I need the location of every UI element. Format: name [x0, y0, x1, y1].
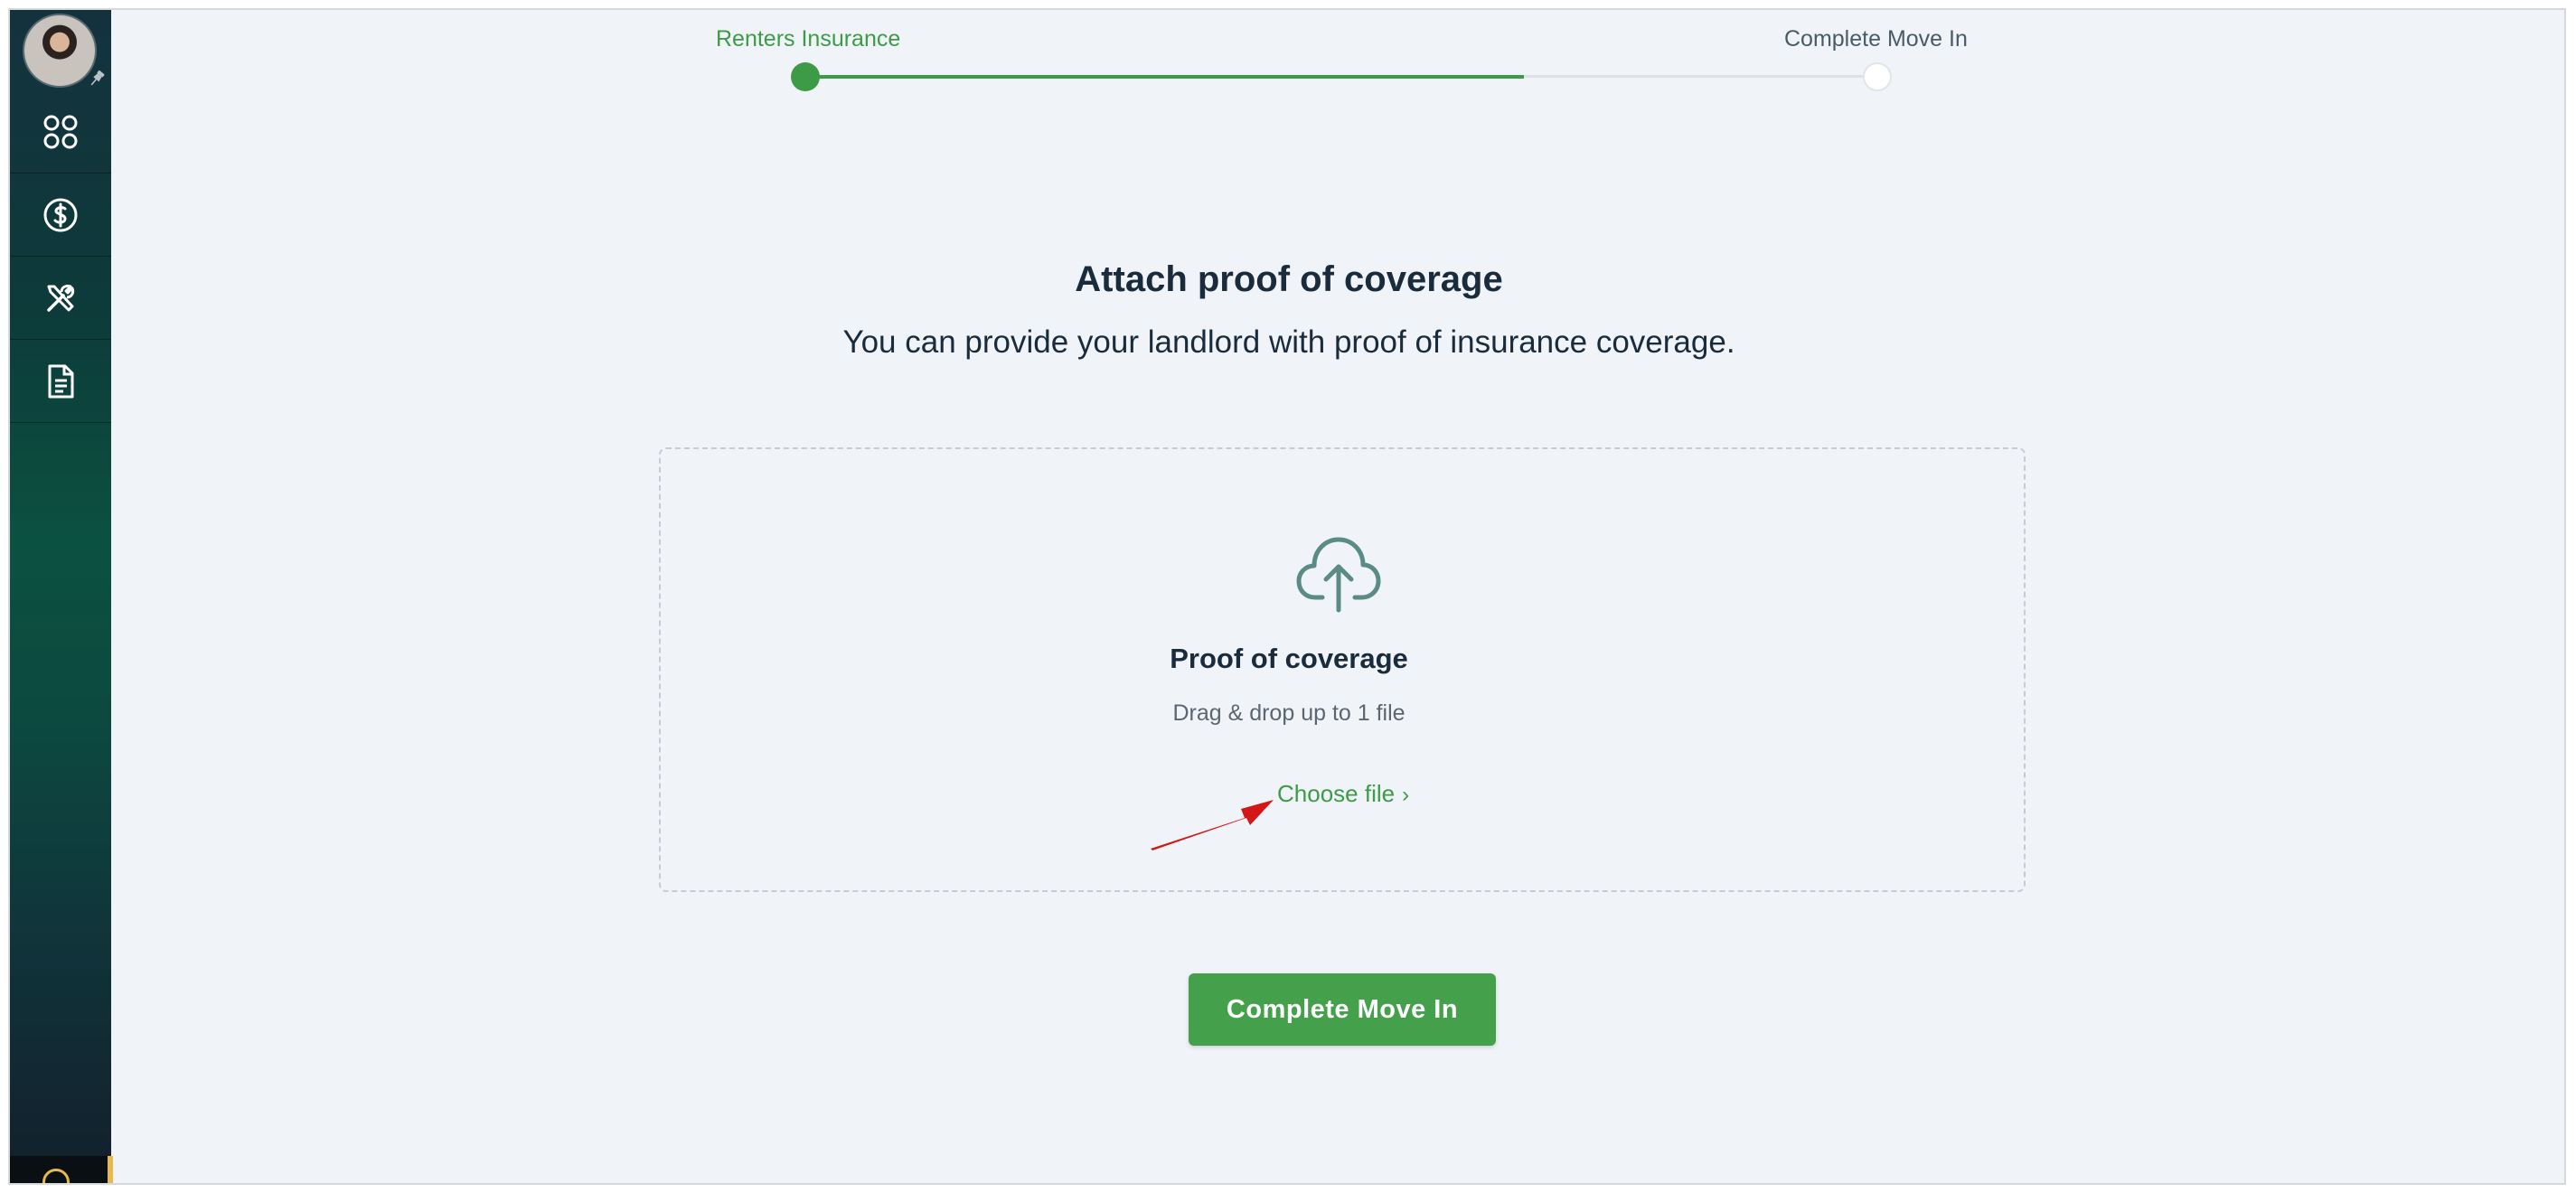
upload-hint: Drag & drop up to 1 file	[1172, 700, 1406, 726]
step-dot-active[interactable]	[791, 62, 820, 91]
choose-file-link[interactable]: Choose file ›	[1277, 780, 1409, 808]
document-icon	[48, 364, 74, 399]
cloud-upload-icon	[1296, 537, 1381, 613]
app-window: Renters Insurance Complete Move In Attac…	[8, 8, 2566, 1185]
sidebar-item-apps[interactable]	[10, 91, 111, 174]
choose-file-label: Choose file	[1277, 780, 1396, 807]
chevron-right-icon: ›	[1402, 783, 1410, 807]
upload-title: Proof of coverage	[1170, 643, 1408, 674]
sidebar	[10, 10, 113, 1183]
stepper-progress	[805, 75, 1524, 79]
help-icon[interactable]	[42, 1169, 70, 1183]
dollar-circle-icon	[43, 198, 78, 232]
page-subtitle: You can provide your landlord with proof…	[842, 324, 1735, 360]
apps-grid-icon	[43, 115, 78, 149]
step-label-renters-insurance: Renters Insurance	[716, 26, 901, 52]
page-title: Attach proof of coverage	[1075, 259, 1503, 299]
step-label-complete-move-in: Complete Move In	[1784, 26, 1968, 52]
pin-icon[interactable]	[86, 68, 108, 89]
step-dot-pending[interactable]	[1863, 62, 1892, 91]
sidebar-footer	[10, 1156, 113, 1183]
annotation-arrow	[1151, 800, 1274, 850]
complete-move-in-button[interactable]: Complete Move In	[1189, 973, 1496, 1046]
footer-accent	[108, 1156, 113, 1183]
sidebar-item-payments[interactable]	[10, 174, 111, 257]
